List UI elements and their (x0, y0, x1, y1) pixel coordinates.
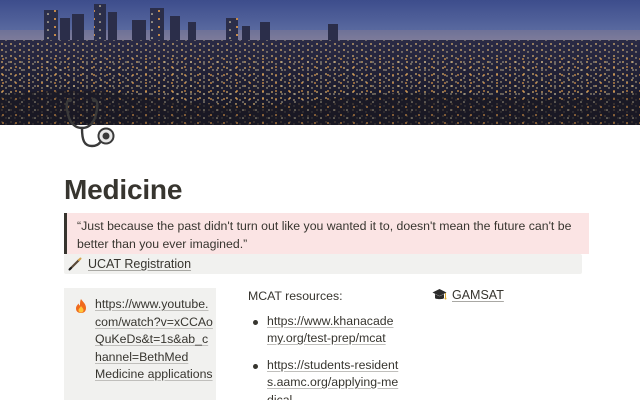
page-title: Medicine (64, 174, 183, 205)
youtube-link[interactable]: https://www.youtube.com/watch?v=xCCAoQuK… (95, 296, 213, 384)
bullet (253, 319, 258, 325)
aamc-link[interactable]: https://students-residents.aamc.org/appl… (267, 358, 398, 400)
resource-callout: https://www.youtube.com/watch?v=xCCAoQuK… (64, 288, 216, 400)
stethoscope-icon[interactable] (62, 96, 120, 150)
bullet (253, 363, 258, 369)
gamsat-link[interactable]: GAMSAT (432, 288, 504, 302)
ucat-registration-label: UCAT Registration (88, 257, 192, 271)
fire-icon (76, 299, 86, 313)
khanacademy-link[interactable]: https://www.khanacademy.org/test-prep/mc… (267, 314, 393, 346)
list-item[interactable]: https://www.khanacademy.org/test-prep/mc… (248, 313, 400, 348)
quote-block: “Just because the past didn't turn out l… (64, 213, 589, 254)
ucat-registration-link[interactable]: UCAT Registration (64, 254, 582, 274)
gamsat-label: GAMSAT (452, 288, 504, 302)
medicine-applications-link[interactable]: Medicine applications (95, 367, 213, 381)
mcat-heading: MCAT resources: (248, 289, 343, 303)
graduation-cap-icon (432, 289, 447, 300)
mcat-link-list: https://www.khanacademy.org/test-prep/mc… (248, 313, 400, 400)
list-item[interactable]: https://students-residents.aamc.org/appl… (248, 357, 400, 400)
pen-icon (68, 257, 82, 271)
mcat-resources-column: MCAT resources: https://www.khanacademy.… (248, 288, 400, 400)
